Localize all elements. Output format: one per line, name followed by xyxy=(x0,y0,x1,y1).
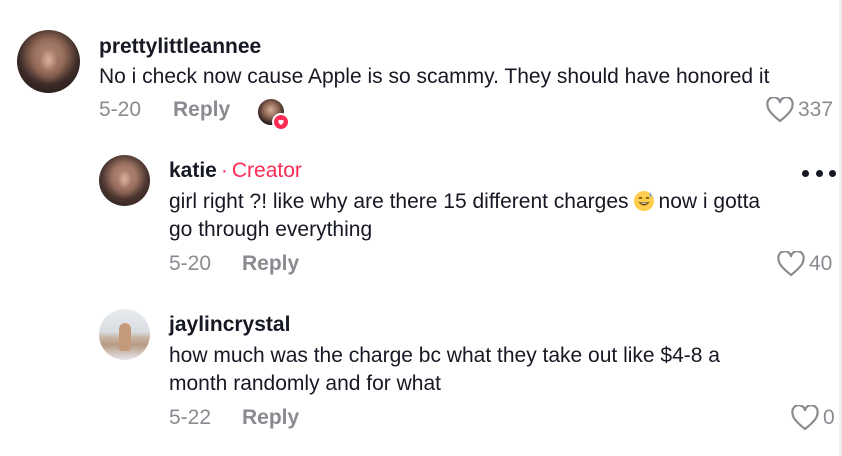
comment-text: No i check now cause Apple is so scammy.… xyxy=(99,65,770,88)
reply-button[interactable]: Reply xyxy=(173,98,230,122)
avatar-photo xyxy=(28,37,69,88)
comment-text-part: now i gotta xyxy=(658,190,761,213)
comment-date: 5-20 xyxy=(99,98,142,121)
username[interactable]: prettylittleannee xyxy=(99,35,261,59)
like-count: 0 xyxy=(823,406,835,429)
avatar[interactable] xyxy=(99,155,150,206)
comment-text-line2: go through everything xyxy=(169,218,373,241)
sweat-smile-emoji-icon xyxy=(633,190,655,212)
avatar-photo xyxy=(108,161,141,202)
avatar[interactable] xyxy=(17,30,80,93)
reply-button[interactable]: Reply xyxy=(242,406,299,430)
comment-date: 5-22 xyxy=(169,406,212,429)
comment-text: how much was the charge bc what they tak… xyxy=(169,344,720,367)
comment-date: 5-20 xyxy=(169,252,212,275)
like-count: 337 xyxy=(798,98,834,121)
heart-outline-icon xyxy=(777,251,805,277)
comment-text-part: girl right ?! like why are there 15 diff… xyxy=(169,190,629,213)
username[interactable]: jaylincrystal xyxy=(169,313,290,337)
username-row: katie · Creator xyxy=(169,159,302,183)
comment-text-line2: month randomly and for what xyxy=(169,372,441,395)
reply-button[interactable]: Reply xyxy=(242,252,299,276)
username[interactable]: katie xyxy=(169,159,217,182)
creator-label: Creator xyxy=(231,159,302,182)
like-button[interactable]: 0 xyxy=(791,405,835,431)
creator-liked-heart-icon xyxy=(272,113,290,131)
like-button[interactable]: 40 xyxy=(777,251,832,277)
like-button[interactable]: 337 xyxy=(766,97,833,123)
avatar-photo xyxy=(119,323,131,351)
like-count: 40 xyxy=(809,252,833,275)
more-options-icon[interactable] xyxy=(802,170,836,180)
comment-text: girl right ?! like why are there 15 diff… xyxy=(169,188,760,216)
avatar[interactable] xyxy=(99,309,150,360)
heart-outline-icon xyxy=(766,97,794,123)
heart-outline-icon xyxy=(791,405,819,431)
creator-separator: · xyxy=(220,159,228,182)
